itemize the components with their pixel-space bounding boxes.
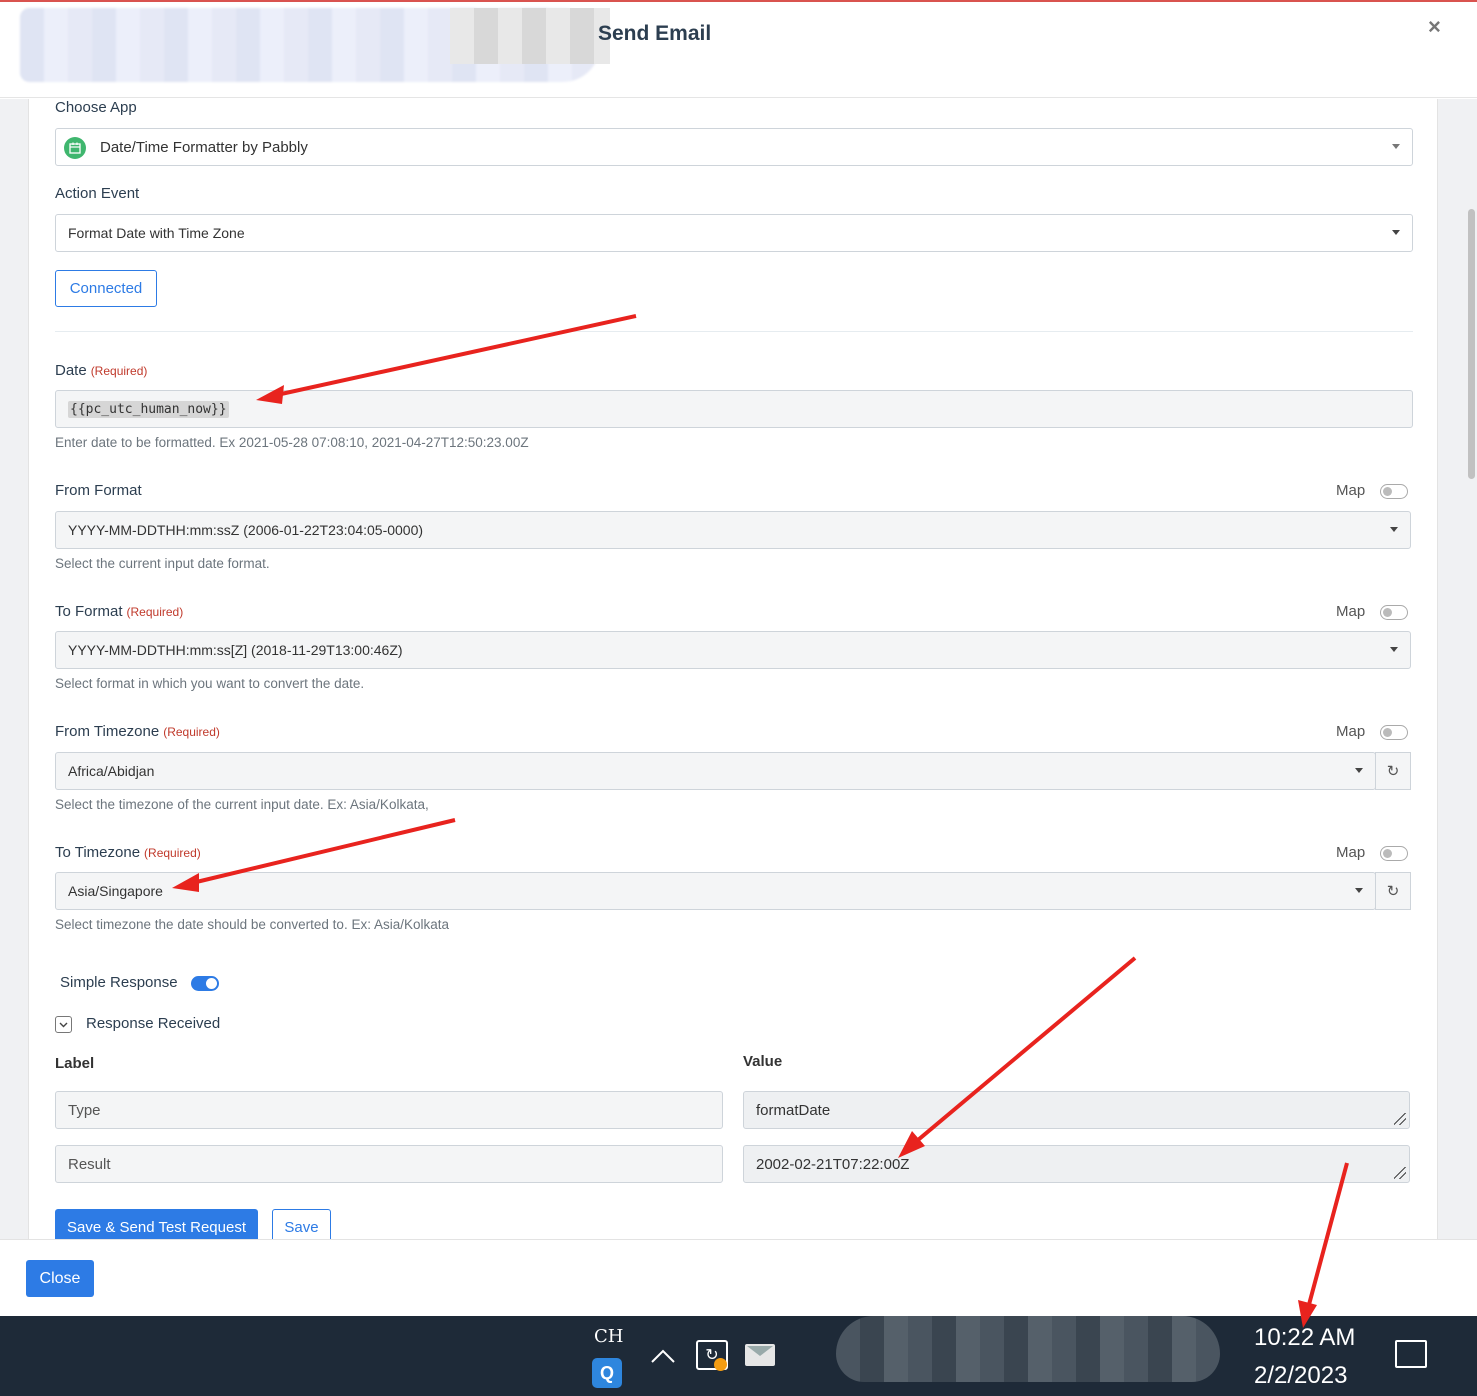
chevron-down-icon	[59, 1022, 68, 1027]
required-tag: (Required)	[144, 846, 201, 860]
date-label: Date (Required)	[55, 362, 147, 379]
refresh-icon[interactable]: ↻	[1375, 872, 1411, 910]
to-format-label-text: To Format	[55, 603, 123, 620]
modal-body: Choose App Date/Time Formatter by Pabbly…	[0, 99, 1477, 1239]
from-timezone-help: Select the timezone of the current input…	[55, 797, 429, 812]
date-token: {{pc_utc_human_now}}	[68, 400, 229, 418]
response-value-textarea[interactable]: formatDate	[743, 1091, 1410, 1129]
response-label-input[interactable]: Result	[55, 1145, 723, 1183]
map-label: Map	[1336, 723, 1366, 740]
to-timezone-select[interactable]: Asia/Singapore	[55, 872, 1376, 910]
sync-status-dot	[714, 1358, 727, 1371]
required-tag: (Required)	[90, 364, 148, 378]
action-event-label: Action Event	[55, 185, 140, 202]
mail-icon[interactable]	[745, 1344, 775, 1366]
simple-response-toggle[interactable]	[191, 976, 219, 991]
map-label: Map	[1336, 603, 1366, 620]
from-format-value: YYYY-MM-DDTHH:mm:ssZ (2006-01-22T23:04:0…	[68, 522, 424, 538]
column-header-label: Label	[55, 1055, 95, 1072]
chevron-down-icon	[1390, 527, 1398, 532]
choose-app-value: Date/Time Formatter by Pabbly	[100, 138, 308, 156]
from-format-help: Select the current input date format.	[55, 556, 270, 571]
clock-date[interactable]: 2/2/2023	[1254, 1362, 1347, 1390]
to-format-map-toggle[interactable]	[1380, 605, 1408, 620]
resize-handle-icon[interactable]	[1394, 1113, 1406, 1125]
connected-button[interactable]: Connected	[55, 270, 157, 307]
from-timezone-select[interactable]: Africa/Abidjan	[55, 752, 1376, 790]
input-language-indicator[interactable]: CH	[594, 1326, 623, 1347]
close-icon[interactable]: ×	[1428, 14, 1441, 40]
map-label: Map	[1336, 844, 1366, 861]
response-value-text: formatDate	[756, 1101, 831, 1119]
from-format-label: From Format	[55, 482, 142, 499]
chevron-down-icon	[1355, 768, 1363, 773]
response-received-label: Response Received	[86, 1015, 221, 1032]
chevron-down-icon	[1392, 230, 1400, 235]
date-label-text: Date	[55, 362, 87, 379]
choose-app-select[interactable]: Date/Time Formatter by Pabbly	[55, 128, 1413, 166]
from-timezone-label: From Timezone (Required)	[55, 723, 220, 740]
to-timezone-help: Select timezone the date should be conve…	[55, 917, 449, 932]
from-timezone-label-text: From Timezone	[55, 723, 160, 740]
action-event-value: Format Date with Time Zone	[68, 225, 245, 241]
from-timezone-map-toggle[interactable]	[1380, 725, 1408, 740]
chevron-down-icon	[1390, 647, 1398, 652]
q-app-icon[interactable]: Q	[592, 1358, 622, 1388]
date-help: Enter date to be formatted. Ex 2021-05-2…	[55, 435, 529, 450]
collapse-toggle[interactable]	[55, 1016, 72, 1033]
to-format-label: To Format (Required)	[55, 603, 183, 620]
to-timezone-label-text: To Timezone	[55, 844, 141, 861]
response-label-input[interactable]: Type	[55, 1091, 723, 1129]
modal-title: Send Email	[598, 22, 712, 45]
choose-app-label: Choose App	[55, 99, 137, 116]
resize-handle-icon[interactable]	[1394, 1167, 1406, 1179]
chevron-down-icon	[1355, 888, 1363, 893]
tray-expand-icon[interactable]	[650, 1344, 676, 1370]
required-tag: (Required)	[126, 605, 184, 619]
form-card: Choose App Date/Time Formatter by Pabbly…	[28, 99, 1438, 1239]
simple-response-label: Simple Response	[60, 974, 178, 991]
calendar-icon	[64, 137, 86, 159]
close-button[interactable]: Close	[26, 1260, 94, 1297]
date-input[interactable]: {{pc_utc_human_now}}	[55, 390, 1413, 428]
divider	[55, 331, 1413, 332]
modal-footer: Close	[0, 1239, 1477, 1316]
to-format-value: YYYY-MM-DDTHH:mm:ss[Z] (2018-11-29T13:00…	[68, 642, 403, 658]
notification-icon[interactable]	[1395, 1340, 1427, 1368]
taskbar: CH Q ↻ 10:22 AM 2/2/2023	[0, 1316, 1477, 1396]
action-event-select[interactable]: Format Date with Time Zone	[55, 214, 1413, 252]
scrollbar-thumb[interactable]	[1468, 209, 1475, 479]
save-send-test-button[interactable]: Save & Send Test Request	[55, 1209, 258, 1239]
column-header-value: Value	[743, 1053, 783, 1070]
to-timezone-value: Asia/Singapore	[68, 883, 163, 899]
from-format-select[interactable]: YYYY-MM-DDTHH:mm:ssZ (2006-01-22T23:04:0…	[55, 511, 1411, 549]
blurred-header-region-2	[450, 8, 610, 64]
blurred-tray-region	[836, 1316, 1220, 1382]
response-value-textarea[interactable]: 2002-02-21T07:22:00Z	[743, 1145, 1410, 1183]
map-label: Map	[1336, 482, 1366, 499]
modal-header: Send Email ×	[0, 2, 1477, 98]
clock-time[interactable]: 10:22 AM	[1254, 1324, 1355, 1352]
from-timezone-value: Africa/Abidjan	[68, 763, 155, 779]
chevron-down-icon	[1392, 144, 1400, 149]
response-value-text: 2002-02-21T07:22:00Z	[756, 1155, 910, 1173]
to-timezone-label: To Timezone (Required)	[55, 844, 201, 861]
save-button[interactable]: Save	[272, 1209, 331, 1239]
to-format-help: Select format in which you want to conve…	[55, 676, 365, 691]
to-format-select[interactable]: YYYY-MM-DDTHH:mm:ss[Z] (2018-11-29T13:00…	[55, 631, 1411, 669]
refresh-icon[interactable]: ↻	[1375, 752, 1411, 790]
from-format-map-toggle[interactable]	[1380, 484, 1408, 499]
to-timezone-map-toggle[interactable]	[1380, 846, 1408, 861]
required-tag: (Required)	[163, 725, 220, 739]
